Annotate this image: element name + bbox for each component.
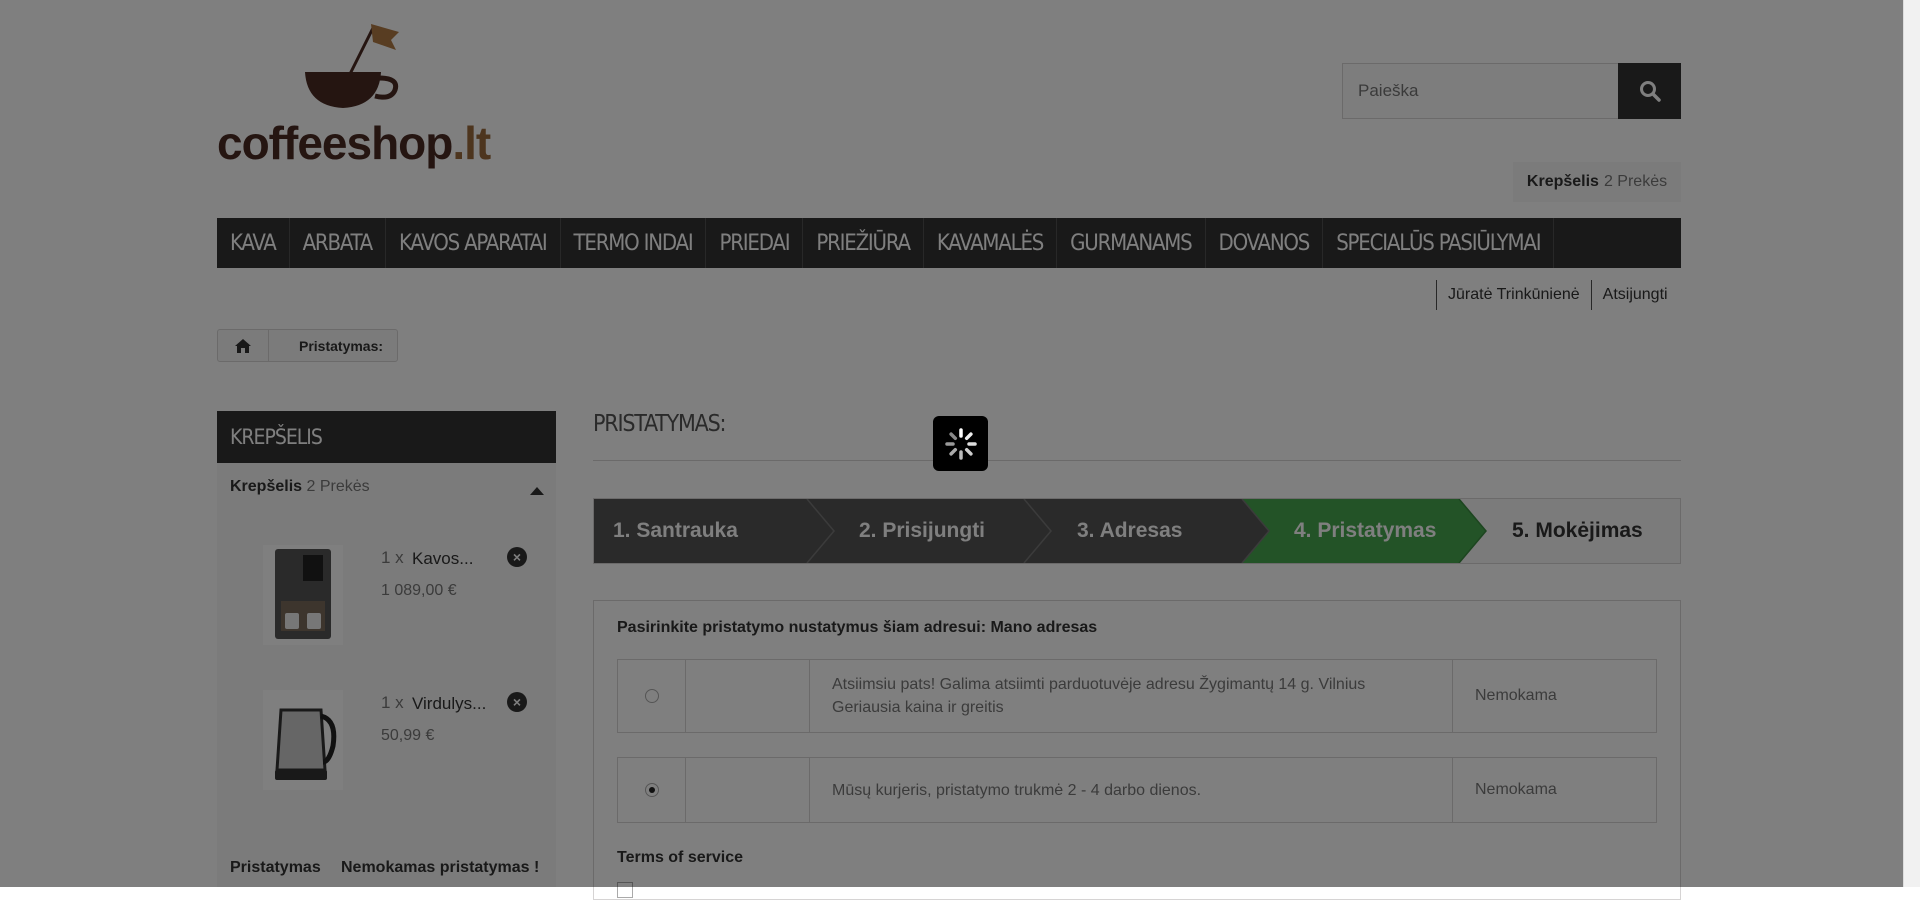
- loading-spinner-icon: [933, 416, 988, 471]
- page-scrollbar[interactable]: [1903, 0, 1920, 887]
- spinner-icon: [944, 427, 977, 460]
